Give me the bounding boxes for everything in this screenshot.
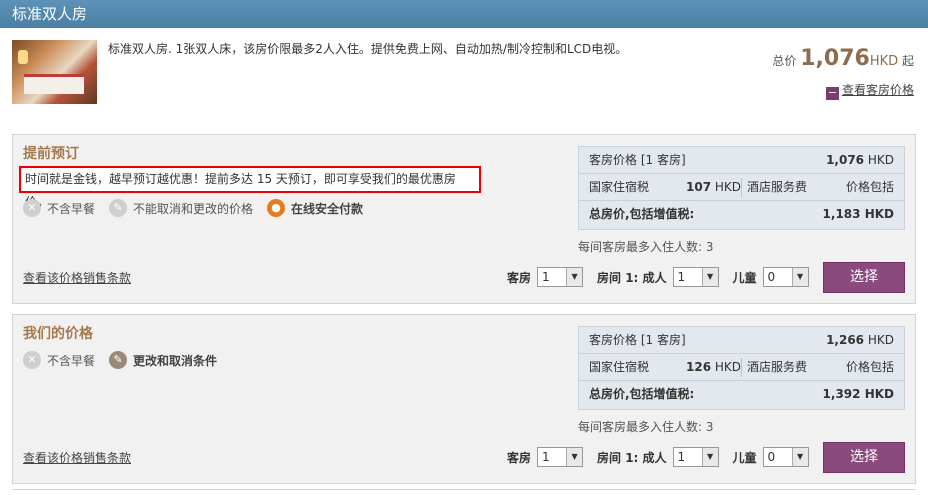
service-fee-label: 酒店服务费 [747,360,808,374]
rooms-label: 客房 [507,270,532,285]
rate-terms-link[interactable]: 查看该价格销售条款 [23,269,131,286]
total-price-from: 总价 1,076HKD 起 [772,46,914,71]
children-select[interactable]: 0 ▼ [762,267,809,287]
fork-knife-icon: ✕ [23,351,41,369]
tax-value: 107 HKD [686,180,742,194]
booking-selectors: 客房 1 ▼ 房间 1: 成人 1 ▼ 儿童 0 ▼ [507,267,823,287]
select-button[interactable]: 选择 [823,442,905,473]
feature-secure-payment: ● 在线安全付款 [267,199,363,217]
feature-label: 不含早餐 [47,201,96,216]
tax-label: 国家住宿税 [589,360,650,374]
service-fee-label: 酒店服务费 [747,180,808,194]
service-fee-value: 价格包括 [845,180,894,194]
view-room-prices-label[interactable]: 查看客房价格 [842,83,914,97]
divider [741,178,742,197]
total-label: 总房价,包括增值税: [589,207,695,221]
rooms-select[interactable]: 1 ▼ [537,447,584,467]
adults-label: 房间 1: 成人 [597,450,667,465]
feature-label: 不能取消和更改的价格 [133,201,254,216]
collapse-icon[interactable]: − [825,87,839,100]
room-photo[interactable] [12,40,97,104]
room-description: 标准双人房. 1张双人床，该房价限最多2人入住。提供免费上网、自动加热/制冷控制… [108,42,628,56]
rate-features: ✕ 不含早餐 ✎ 更改和取消条件 [23,351,231,369]
tax-value: 126 HKD [686,360,742,374]
room-price-row: 客房价格 [1 客房] 1,076 HKD [579,147,904,174]
divider [741,358,742,377]
no-cancel-icon: ✎ [109,199,128,217]
early-booking-notice: 时间就是金钱，越早预订越优惠！提前多达 15 天预订，即可享受我们的最优惠房价。 [19,166,481,209]
price-breakdown: 客房价格 [1 客房] 1,076 HKD 国家住宿税 107 HKD 酒店服务… [578,146,905,230]
feature-non-refundable: ✎ 不能取消和更改的价格 [109,199,253,217]
rate-title: 提前预订 [23,146,79,162]
total-row: 总房价,包括增值税: 1,183 HKD [579,201,904,228]
room-type-header: 标准双人房 [0,0,928,28]
total-price-value: 1,076 [800,46,870,71]
children-label: 儿童 [732,270,757,285]
price-breakdown: 客房价格 [1 客房] 1,266 HKD 国家住宿税 126 HKD 酒店服务… [578,326,905,410]
total-label: 总房价,包括增值税: [589,387,695,401]
rate-terms-link[interactable]: 查看该价格销售条款 [23,449,131,466]
service-fee-value: 价格包括 [845,360,894,374]
children-select[interactable]: 0 ▼ [762,447,809,467]
select-button[interactable]: 选择 [823,262,905,293]
lamp-shape [18,50,28,64]
total-price-suffix: 起 [901,54,914,68]
chevron-down-icon[interactable]: ▼ [791,448,808,466]
total-value: 1,392 HKD [822,387,894,401]
room-price-value: 1,076 HKD [826,153,894,167]
feature-change-cancel-terms[interactable]: ✎ 更改和取消条件 [109,351,217,369]
feature-no-breakfast: ✕ 不含早餐 [23,199,95,217]
bed-shape [24,74,84,94]
feature-label: 在线安全付款 [291,201,364,216]
feature-label: 不含早餐 [47,353,96,368]
feature-label[interactable]: 更改和取消条件 [133,352,217,369]
chevron-down-icon[interactable]: ▼ [566,268,583,286]
chevron-down-icon[interactable]: ▼ [701,268,718,286]
rooms-label: 客房 [507,450,532,465]
lock-icon: ● [267,199,286,217]
feature-no-breakfast: ✕ 不含早餐 [23,351,95,369]
total-value: 1,183 HKD [822,207,894,221]
section-divider [12,489,916,490]
adults-select[interactable]: 1 ▼ [672,447,719,467]
room-price-value: 1,266 HKD [826,333,894,347]
total-row: 总房价,包括增值税: 1,392 HKD [579,381,904,408]
rate-panel-advance-booking: 提前预订 时间就是金钱，越早预订越优惠！提前多达 15 天预订，即可享受我们的最… [12,134,916,304]
chevron-down-icon[interactable]: ▼ [791,268,808,286]
adults-select[interactable]: 1 ▼ [672,267,719,287]
total-price-currency: HKD [869,54,899,69]
max-occupancy: 每间客房最多入住人数: 3 [578,240,714,254]
max-occupancy: 每间客房最多入住人数: 3 [578,420,714,434]
rate-title: 我们的价格 [23,326,93,342]
chevron-down-icon[interactable]: ▼ [701,448,718,466]
chevron-down-icon[interactable]: ▼ [566,448,583,466]
booking-selectors: 客房 1 ▼ 房间 1: 成人 1 ▼ 儿童 0 ▼ [507,447,823,467]
total-price-label: 总价 [772,54,797,68]
view-room-prices-link[interactable]: − 查看客房价格 [825,81,914,100]
change-cancel-icon: ✎ [109,351,128,369]
tax-label: 国家住宿税 [589,180,650,194]
rate-panel-our-price: 我们的价格 ✕ 不含早餐 ✎ 更改和取消条件 查看该价格销售条款 客房价格 [1… [12,314,916,484]
tax-row: 国家住宿税 107 HKD 酒店服务费 价格包括 [579,174,904,201]
tax-row: 国家住宿税 126 HKD 酒店服务费 价格包括 [579,354,904,381]
fork-knife-icon: ✕ [23,199,41,217]
room-price-label: 客房价格 [1 客房] [589,333,686,347]
children-label: 儿童 [732,450,757,465]
adults-label: 房间 1: 成人 [597,270,667,285]
room-price-label: 客房价格 [1 客房] [589,153,686,167]
rate-features: ✕ 不含早餐 ✎ 不能取消和更改的价格 ● 在线安全付款 [23,199,377,217]
room-price-row: 客房价格 [1 客房] 1,266 HKD [579,327,904,354]
rooms-select[interactable]: 1 ▼ [537,267,584,287]
